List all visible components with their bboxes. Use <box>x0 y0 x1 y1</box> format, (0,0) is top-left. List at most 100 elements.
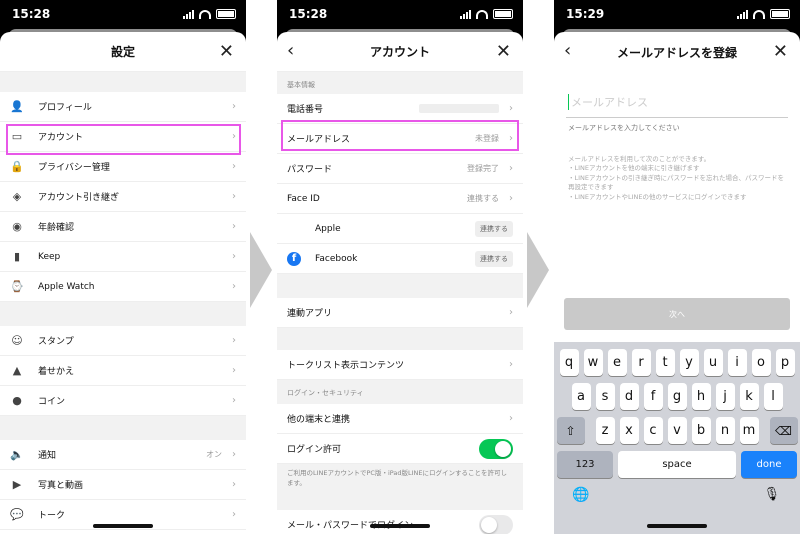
numbers-key[interactable]: 123 <box>557 451 613 478</box>
letter-key[interactable]: e <box>607 349 627 376</box>
letter-key[interactable]: j <box>715 383 735 410</box>
letter-key[interactable]: w <box>583 349 603 376</box>
chevron-right-icon: › <box>232 251 236 262</box>
letter-key[interactable]: v <box>667 417 687 444</box>
letter-key[interactable]: h <box>691 383 711 410</box>
row-email-password-login: メール・パスワードでログイン <box>277 510 523 534</box>
letter-key[interactable]: u <box>703 349 723 376</box>
delete-key[interactable]: ⌫ <box>769 417 798 444</box>
chevron-right-icon: › <box>509 307 513 318</box>
faceid-status: 連携する <box>467 194 499 203</box>
row-other-devices[interactable]: 他の端末と連携 › <box>277 404 523 434</box>
microphone-icon[interactable]: 🎙 <box>763 487 780 502</box>
row-label: 写真と動画 <box>38 481 84 491</box>
register-email-screen: 15:29 ‹ メールアドレスを登録 ✕ メールアドレス メールアドレスを入力し… <box>554 0 800 534</box>
letter-key[interactable]: t <box>655 349 675 376</box>
row-login-allow: ログイン許可 <box>277 434 523 464</box>
chevron-right-icon: › <box>232 281 236 292</box>
nav-bar: ‹ アカウント ✕ <box>277 32 523 72</box>
signal-icon <box>737 9 748 19</box>
close-icon[interactable]: ✕ <box>219 41 234 62</box>
chevron-right-icon: › <box>232 449 236 460</box>
register-sheet: ‹ メールアドレスを登録 ✕ メールアドレス メールアドレスを入力してください … <box>554 32 800 534</box>
login-allow-toggle[interactable] <box>479 438 513 459</box>
chevron-right-icon: › <box>509 413 513 424</box>
done-key[interactable]: done <box>741 451 797 478</box>
letter-key[interactable]: i <box>727 349 747 376</box>
row-label: メールアドレス <box>287 135 351 145</box>
letter-key[interactable]: f <box>643 383 663 410</box>
settings-row[interactable]: ▮ Keep › <box>0 242 246 272</box>
globe-icon[interactable]: 🌐 <box>572 487 589 503</box>
letter-key[interactable]: b <box>691 417 711 444</box>
email-status: 未登録 <box>475 134 499 143</box>
row-email[interactable]: メールアドレス 未登録 › <box>277 124 523 154</box>
email-input[interactable]: メールアドレス <box>568 94 648 110</box>
section-login-security: ログイン・セキュリティ <box>277 380 523 404</box>
letter-key[interactable]: c <box>643 417 663 444</box>
letter-key[interactable]: s <box>595 383 615 410</box>
row-face-id[interactable]: Face ID 連携する › <box>277 184 523 214</box>
letter-key[interactable]: q <box>559 349 579 376</box>
shift-key[interactable]: ⇧ <box>556 417 585 444</box>
settings-row[interactable]: ▭ アカウント › <box>0 122 246 152</box>
settings-row[interactable]: ▲ 着せかえ › <box>0 356 246 386</box>
row-phone-number[interactable]: 電話番号 › <box>277 94 523 124</box>
letter-key[interactable]: p <box>775 349 795 376</box>
back-icon[interactable]: ‹ <box>564 40 571 61</box>
settings-row[interactable]: 🔈 通知 オン › <box>0 440 246 470</box>
close-icon[interactable]: ✕ <box>496 41 511 62</box>
chevron-right-icon: › <box>232 191 236 202</box>
letter-key[interactable]: n <box>715 417 735 444</box>
letter-key[interactable]: l <box>763 383 783 410</box>
chevron-right-icon: › <box>509 193 513 204</box>
row-label: Keep <box>38 251 61 262</box>
settings-row[interactable]: ⌚ Apple Watch › <box>0 272 246 302</box>
link-apple-button[interactable]: 連携する <box>475 220 513 237</box>
letter-key[interactable]: m <box>739 417 759 444</box>
settings-row[interactable]: ◈ アカウント引き継ぎ › <box>0 182 246 212</box>
next-button[interactable]: 次へ <box>564 298 790 330</box>
row-linked-apps[interactable]: 連動アプリ › <box>277 298 523 328</box>
row-talklist-content[interactable]: トークリスト表示コンテンツ › <box>277 350 523 380</box>
watch-icon: ⌚ <box>10 280 24 293</box>
settings-row[interactable]: ▶ 写真と動画 › <box>0 470 246 500</box>
home-indicator <box>370 524 430 528</box>
row-label: 着せかえ <box>38 367 75 377</box>
link-facebook-button[interactable]: 連携する <box>475 250 513 267</box>
status-bar: 15:28 <box>0 0 246 30</box>
back-icon[interactable]: ‹ <box>287 40 294 61</box>
settings-row[interactable]: ◉ 年齢確認 › <box>0 212 246 242</box>
letter-key[interactable]: o <box>751 349 771 376</box>
letter-key[interactable]: k <box>739 383 759 410</box>
letter-key[interactable]: z <box>595 417 615 444</box>
chevron-right-icon: › <box>509 133 513 144</box>
settings-row[interactable]: ☺ スタンプ › <box>0 326 246 356</box>
settings-row[interactable]: 🔒 プライバシー管理 › <box>0 152 246 182</box>
shield-icon: ◈ <box>12 190 22 203</box>
row-label: 他の端末と連携 <box>287 415 351 425</box>
settings-row[interactable]: ● コイン › <box>0 386 246 416</box>
letter-key[interactable]: y <box>679 349 699 376</box>
chevron-right-icon: › <box>232 479 236 490</box>
status-icons <box>183 9 236 19</box>
person-icon: 👤 <box>10 100 24 113</box>
letter-key[interactable]: x <box>619 417 639 444</box>
status-time: 15:28 <box>289 7 328 21</box>
battery-icon <box>493 9 513 19</box>
email-login-toggle[interactable] <box>479 514 513 534</box>
letter-key[interactable]: a <box>571 383 591 410</box>
row-label: トークリスト表示コンテンツ <box>287 361 405 371</box>
row-label: 連動アプリ <box>287 309 333 319</box>
home-indicator <box>93 524 153 528</box>
close-icon[interactable]: ✕ <box>773 41 788 62</box>
letter-key[interactable]: r <box>631 349 651 376</box>
letter-key[interactable]: g <box>667 383 687 410</box>
row-label: Facebook <box>315 253 358 264</box>
settings-row[interactable]: 👤 プロフィール › <box>0 92 246 122</box>
row-password[interactable]: パスワード 登録完了 › <box>277 154 523 184</box>
letter-key[interactable]: d <box>619 383 639 410</box>
bookmark-icon: ▮ <box>13 250 21 263</box>
status-time: 15:28 <box>12 7 51 21</box>
space-key[interactable]: space <box>618 451 736 478</box>
